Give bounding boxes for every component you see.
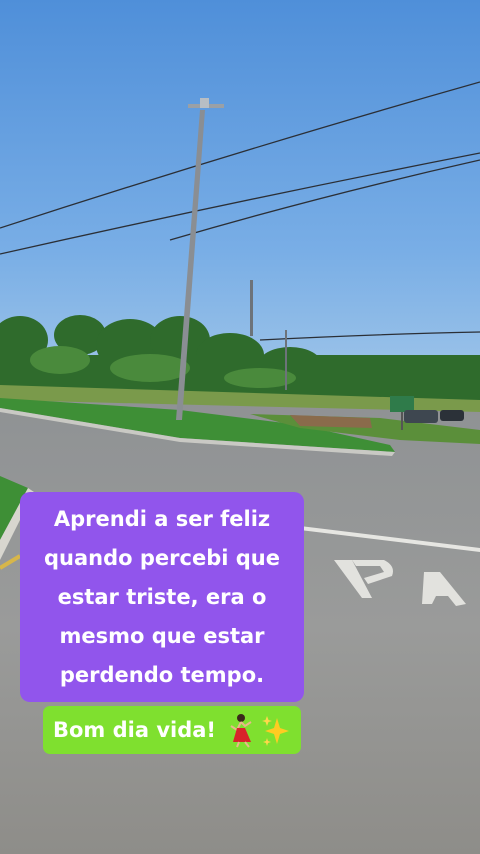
caption-box: Aprendi a ser feliz quando percebi que e… (20, 492, 304, 702)
sparkles-icon (262, 716, 289, 746)
greeting-text: Bom dia vida! (53, 718, 217, 742)
road-sign (390, 396, 414, 412)
caption-line: quando percebi que (44, 546, 280, 570)
caption-line: perdendo tempo. (59, 663, 265, 687)
antenna-tower (250, 280, 253, 336)
caption-line: estar triste, era o (57, 585, 267, 609)
caption-line: Aprendi a ser feliz (53, 507, 271, 531)
greeting-box: Bom dia vida! (43, 706, 301, 754)
caption-line: mesmo que estar (59, 624, 265, 648)
dancer-icon (230, 714, 252, 748)
